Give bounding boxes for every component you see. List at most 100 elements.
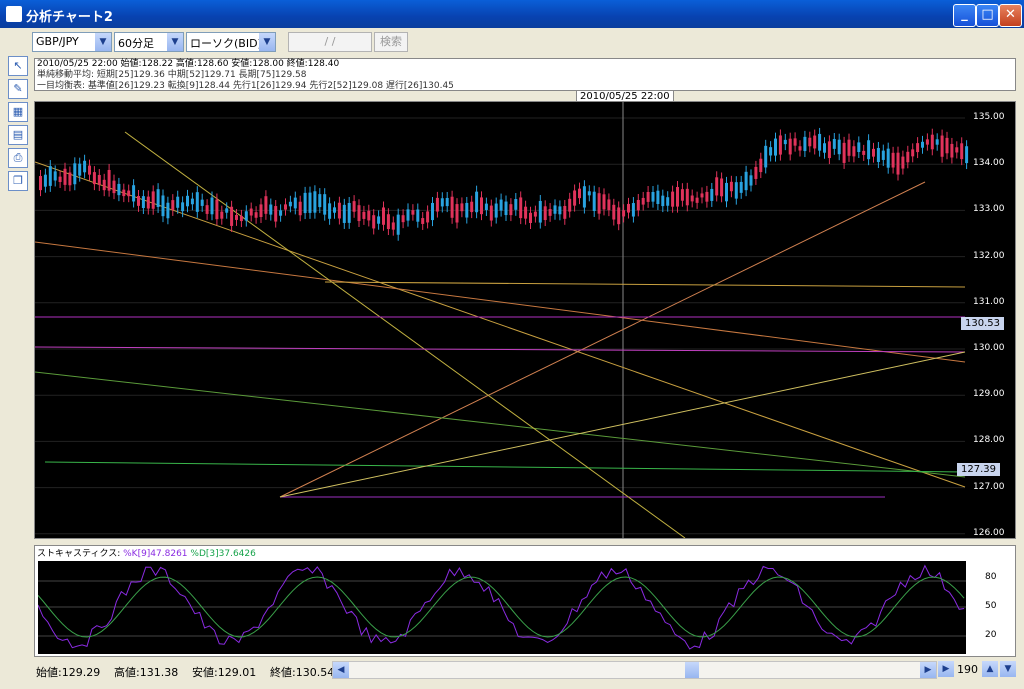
- candle-body: [558, 206, 562, 215]
- ohlc-line: 2010/05/25 22:00 始値:128.22 高値:128.60 安値:…: [37, 59, 340, 69]
- candle-body: [254, 212, 258, 218]
- cursor-tool-icon[interactable]: ↖: [8, 56, 28, 76]
- candle-body: [342, 204, 346, 223]
- candle-body: [151, 191, 155, 209]
- chart-settings-icon[interactable]: ▦: [8, 102, 28, 122]
- indicator-icon[interactable]: ▤: [8, 125, 28, 145]
- scroll-thumb[interactable]: [685, 662, 699, 678]
- candle-body: [563, 205, 567, 219]
- chevron-down-icon[interactable]: ▼: [167, 33, 183, 51]
- candle-body: [401, 215, 405, 223]
- window-icon[interactable]: ❐: [8, 171, 28, 191]
- y-tick-label: 132.00: [973, 250, 1005, 261]
- chevron-down-icon[interactable]: ▼: [95, 33, 111, 51]
- chevron-down-icon[interactable]: ▼: [259, 33, 275, 51]
- candle-body: [602, 194, 606, 210]
- candle-body: [827, 141, 831, 159]
- candle-body: [529, 212, 532, 224]
- zoom-down-icon[interactable]: ▼: [1000, 661, 1016, 677]
- candle-body: [489, 205, 493, 221]
- candle-body: [872, 148, 875, 157]
- candle-body: [480, 197, 483, 215]
- minimize-button[interactable]: _: [953, 4, 976, 27]
- candle-body: [783, 139, 787, 145]
- candle-body: [823, 143, 826, 153]
- zoom-up-icon[interactable]: ▲: [982, 661, 998, 677]
- candle-body: [916, 143, 920, 153]
- search-button[interactable]: 検索: [374, 32, 408, 52]
- pen-tool-icon[interactable]: ✎: [8, 79, 28, 99]
- candle-body: [519, 197, 523, 219]
- candle-body: [646, 191, 650, 202]
- chart-type-select[interactable]: ローソク(BID) ▼: [186, 32, 276, 52]
- candle-body: [313, 191, 317, 213]
- trend-line: [34, 371, 966, 478]
- date-input[interactable]: / /: [288, 32, 372, 52]
- stoch-plot[interactable]: [37, 561, 966, 654]
- price-chart-svg[interactable]: [34, 102, 1015, 539]
- trend-line: [44, 461, 966, 473]
- chart-scrollbar[interactable]: ◀ ▶: [332, 661, 937, 679]
- candle-body: [524, 206, 528, 219]
- candle-body: [200, 199, 204, 206]
- candle-body: [367, 210, 371, 221]
- candle-body: [597, 193, 601, 214]
- toolbar: GBP/JPY ▼ 60分足 ▼ ローソク(BID) ▼ / / 検索: [0, 28, 1024, 54]
- candle-body: [504, 201, 508, 216]
- candle-body: [847, 139, 851, 156]
- zoom-control: ▶ 190 ▲ ▼: [938, 661, 1018, 677]
- scroll-left-icon[interactable]: ◀: [333, 662, 349, 678]
- candle-body: [127, 190, 131, 197]
- candle-body: [842, 142, 846, 163]
- candle-body: [651, 192, 655, 202]
- pair-select[interactable]: GBP/JPY ▼: [32, 32, 112, 52]
- scroll-right-icon[interactable]: ▶: [920, 662, 936, 678]
- candle-body: [53, 171, 57, 181]
- print-icon[interactable]: ⎙: [8, 148, 28, 168]
- candle-body: [450, 196, 454, 218]
- candle-body: [778, 135, 782, 155]
- candle-body: [225, 208, 229, 213]
- candle-body: [455, 204, 459, 223]
- candle-body: [685, 188, 689, 206]
- trend-line: [34, 241, 966, 363]
- candle-body: [107, 169, 111, 191]
- main-chart[interactable]: 135.00 134.00 133.00 132.00 131.00 130.00 129.…: [34, 101, 1016, 539]
- interval-select[interactable]: 60分足 ▼: [114, 32, 184, 52]
- candle-body: [832, 138, 836, 149]
- candle-body: [666, 197, 670, 206]
- stoch-header: ストキャスティクス: %K[9]47.8261 %D[3]37.6426: [35, 546, 256, 559]
- candle-body: [465, 202, 469, 218]
- y-tick-label: 129.00: [973, 389, 1005, 400]
- candle-body: [739, 181, 743, 193]
- candle-body: [744, 171, 748, 191]
- candle-body: [774, 138, 777, 156]
- candle-body: [641, 197, 645, 205]
- candle-body: [891, 152, 895, 168]
- candle-body: [269, 204, 273, 215]
- candle-body: [112, 180, 116, 194]
- candle-body: [876, 147, 880, 163]
- candle-body: [857, 142, 861, 153]
- stoch-svg[interactable]: [37, 561, 966, 654]
- candle-body: [484, 203, 488, 210]
- candle-body: [181, 202, 185, 212]
- candle-body: [83, 160, 87, 173]
- candle-body: [382, 207, 385, 225]
- candle-body: [793, 138, 797, 146]
- candle-body: [92, 172, 96, 185]
- candle-body: [911, 149, 915, 157]
- status-low: 安値:129.01: [192, 666, 257, 679]
- close-button[interactable]: ✕: [999, 4, 1022, 27]
- chart-type-value: ローソク(BID): [190, 37, 262, 50]
- app-icon: [6, 6, 22, 22]
- maximize-button[interactable]: □: [976, 4, 999, 27]
- y-tick-label: 127.00: [973, 481, 1005, 492]
- candle-body: [661, 195, 665, 207]
- ichimoku-line: 一目均衡表: 基準値[26]129.23 転換[9]128.44 先行1[26]…: [37, 81, 454, 91]
- candle-body: [867, 140, 871, 160]
- zoom-prev-icon[interactable]: ▶: [938, 661, 954, 677]
- candle-body: [617, 207, 621, 225]
- candle-body: [440, 198, 444, 207]
- candle-body: [362, 211, 366, 219]
